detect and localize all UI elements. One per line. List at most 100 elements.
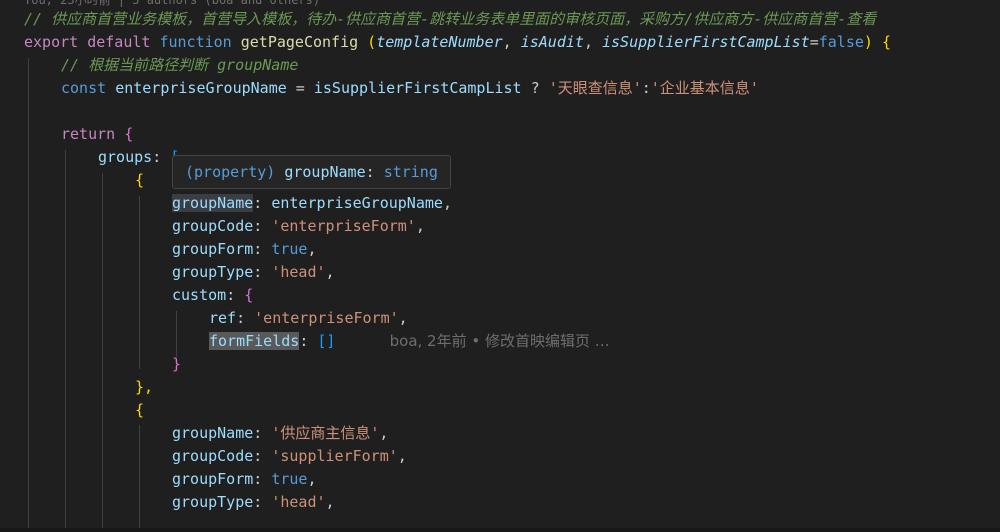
string: 'enterpriseForm' — [271, 217, 416, 235]
punc: , — [325, 493, 335, 511]
literal: false — [818, 33, 864, 51]
param: templateNumber — [376, 33, 503, 51]
hover-tooltip: (property) groupName: string — [172, 155, 451, 189]
punc: : — [253, 493, 272, 511]
variable: enterpriseGroupName — [115, 79, 287, 97]
punc: : — [152, 148, 171, 166]
git-blame-annotation[interactable]: boa, 2年前 • 修改首映编辑页 … — [390, 332, 610, 350]
punc: : — [226, 286, 245, 304]
code-line-property: formFields: [] boa, 2年前 • 修改首映编辑页 … — [209, 330, 610, 353]
string: '天眼查信息' — [548, 79, 642, 97]
punc: : — [641, 79, 651, 97]
property: groupName — [172, 194, 254, 212]
indent-guide — [65, 150, 66, 532]
punc: , — [583, 33, 602, 51]
code-line-property: ref: 'enterpriseForm', — [209, 307, 408, 330]
code-line-const: const enterpriseGroupName = isSupplierFi… — [61, 77, 759, 100]
code-line-property: groupName: '供应商主信息', — [172, 422, 388, 445]
keyword: default — [87, 33, 151, 51]
punc: , — [397, 447, 407, 465]
brace: { — [881, 33, 891, 51]
punc: ? — [521, 79, 549, 97]
indent-guide — [139, 196, 140, 369]
code-line-property: groupCode: 'enterpriseForm', — [172, 215, 425, 238]
code-editor[interactable]: You, 23小时前 | 5 authors (boa and others) … — [0, 0, 1000, 532]
property: groupForm — [172, 240, 254, 258]
code-line-comment: // 供应商首营业务模板，首营导入模板，待办-供应商首营-跳转业务表单里面的审核… — [24, 10, 877, 28]
punc: : — [365, 163, 384, 181]
punc: , — [307, 240, 317, 258]
literal: true — [271, 240, 308, 258]
property: custom — [172, 286, 227, 304]
punc: : — [253, 263, 272, 281]
punc: , — [502, 33, 521, 51]
punc: , — [442, 194, 452, 212]
code-line-brace: }, — [135, 378, 154, 396]
punc: , — [307, 470, 317, 488]
tooltip-type: string — [383, 163, 438, 181]
punc: , — [379, 424, 389, 442]
property: groupType — [172, 263, 254, 281]
property: groups — [98, 148, 153, 166]
property: groupCode — [172, 217, 254, 235]
code-line-comment: // 根据当前路径判断 groupName — [61, 56, 299, 74]
punc: = — [286, 79, 314, 97]
code-line-property: groupType: 'head', — [172, 491, 335, 514]
property: ref — [209, 309, 237, 327]
property: groupType — [172, 493, 254, 511]
param: isSupplierFirstCampList — [602, 33, 810, 51]
brace: { — [124, 125, 134, 143]
string: 'enterpriseForm' — [254, 309, 399, 327]
punc: : — [236, 309, 255, 327]
punc: : — [253, 447, 272, 465]
string: 'head' — [271, 263, 326, 281]
punc: : — [253, 194, 272, 212]
code-line-custom: custom: { — [172, 284, 253, 307]
keyword: return — [61, 125, 116, 143]
keyword: export — [24, 33, 79, 51]
code-line-brace: { — [135, 171, 145, 189]
string: 'head' — [271, 493, 326, 511]
code-line-function: export default function getPageConfig (t… — [24, 31, 891, 54]
code-line-return: return { — [61, 123, 133, 146]
code-line-property: groupType: 'head', — [172, 261, 335, 284]
punc: : — [299, 332, 318, 350]
code-line-brace: } — [172, 355, 182, 373]
param: isAudit — [520, 33, 584, 51]
code-line-brace: { — [135, 401, 145, 419]
literal: true — [271, 470, 308, 488]
punc: , — [398, 309, 408, 327]
code-line-property: groupName: enterpriseGroupName, — [172, 192, 452, 215]
punc: : — [253, 424, 272, 442]
punc: , — [325, 263, 335, 281]
paren: ( — [358, 33, 377, 51]
string: 'supplierForm' — [271, 447, 398, 465]
code-line-property: groupForm: true, — [172, 468, 317, 491]
indent-guide — [139, 425, 140, 532]
punc: : — [253, 240, 272, 258]
variable: isSupplierFirstCampList — [313, 79, 522, 97]
codelens-authors[interactable]: You, 23小时前 | 5 authors (boa and others) — [24, 0, 320, 8]
tooltip-name: groupName — [284, 163, 366, 181]
punc: , — [415, 217, 425, 235]
code-line-property: groupCode: 'supplierForm', — [172, 445, 407, 468]
string: '供应商主信息' — [271, 424, 380, 442]
variable: enterpriseGroupName — [271, 194, 443, 212]
indent-guide — [28, 58, 29, 532]
property: formFields — [209, 332, 300, 350]
indent-guide — [102, 173, 103, 532]
keyword: function — [159, 33, 232, 51]
brace: { — [244, 286, 254, 304]
property: groupName — [172, 424, 254, 442]
indent-guide — [176, 311, 177, 357]
property: groupCode — [172, 447, 254, 465]
string: '企业基本信息' — [650, 79, 759, 97]
editor-bottom-edge — [0, 528, 1000, 532]
paren: ) — [863, 33, 882, 51]
tooltip-kind: (property) — [185, 163, 276, 181]
punc: : — [253, 470, 272, 488]
code-line-groups: groups: [ — [98, 146, 179, 169]
property: groupForm — [172, 470, 254, 488]
punc: = — [809, 33, 819, 51]
punc: : — [253, 217, 272, 235]
